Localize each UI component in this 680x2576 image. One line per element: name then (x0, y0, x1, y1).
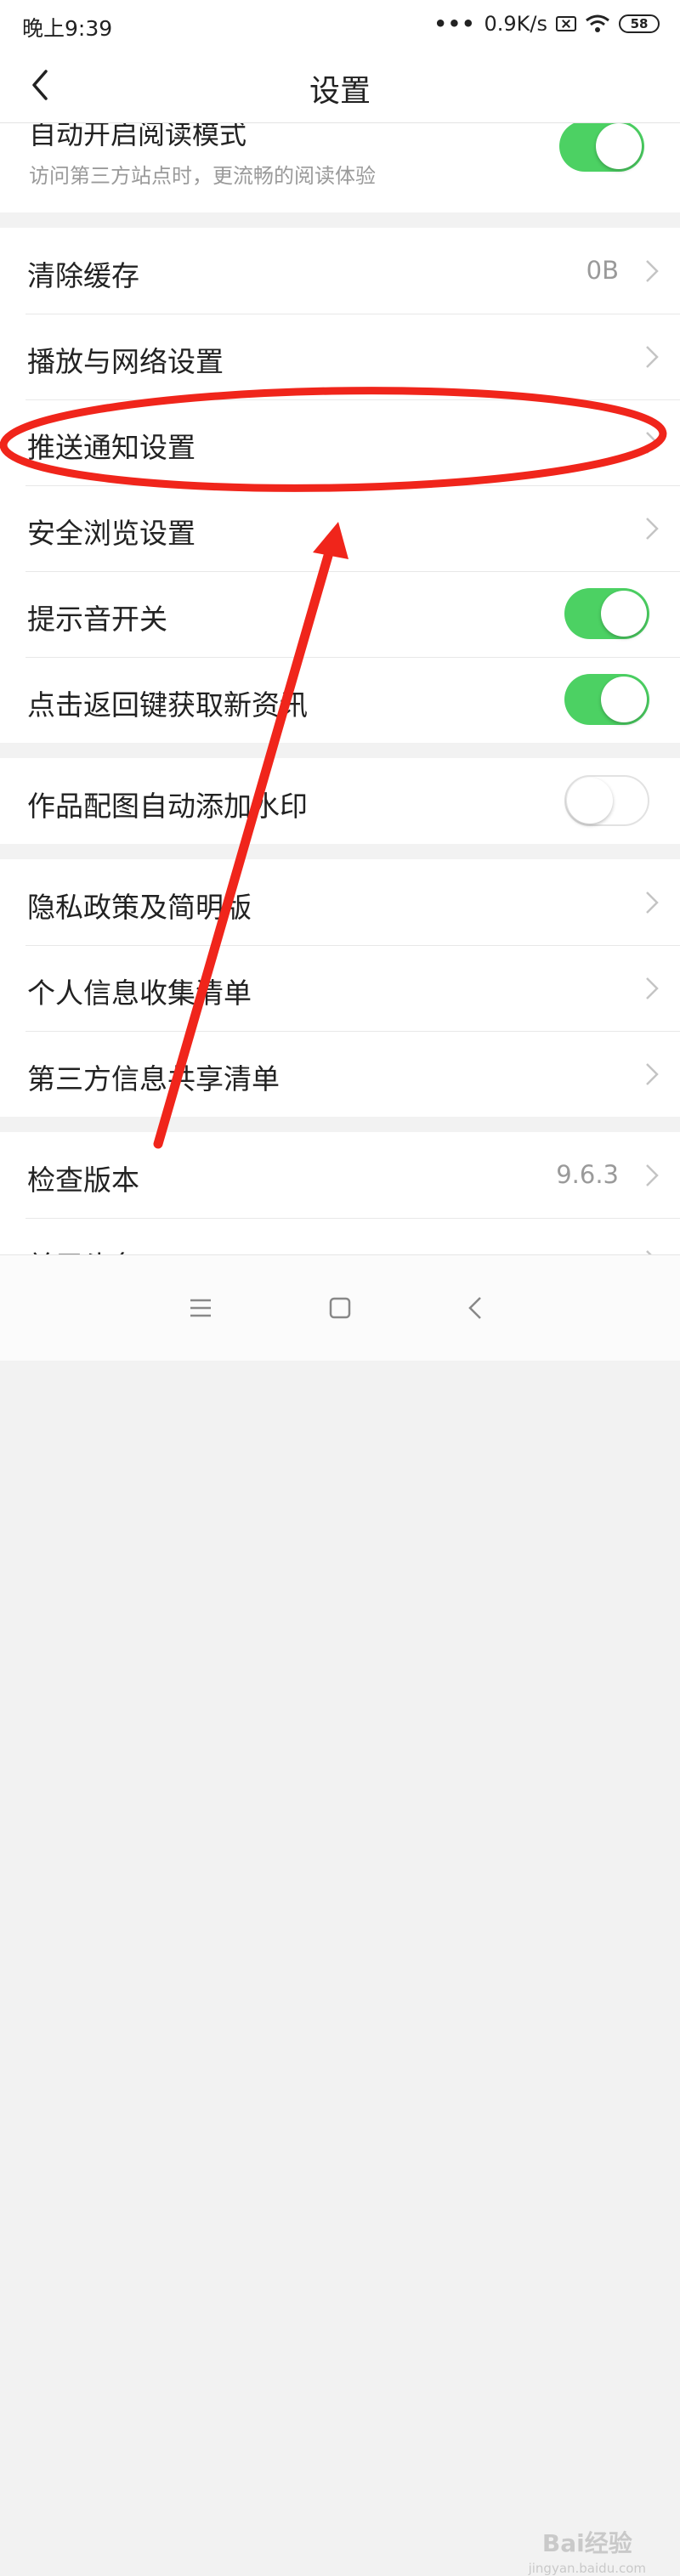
about-app-label: 关于头条 (27, 1243, 139, 1254)
watermark-text: Bai经验 (541, 2529, 632, 2557)
chevron-right-icon (646, 432, 659, 454)
version-value: 9.6.3 (556, 1160, 619, 1189)
chevron-right-icon (646, 1063, 659, 1085)
reading-mode-toggle[interactable] (559, 123, 644, 172)
watermark-section: 作品配图自动添加水印 (0, 758, 680, 844)
network-speed: 0.9K/s (484, 12, 548, 36)
sound-toggle[interactable] (564, 588, 649, 639)
general-settings-section: 清除缓存 0B 播放与网络设置 推送通知设置 安全浏览设置 提示音开关 点击返回… (0, 228, 680, 743)
check-version-row[interactable]: 检查版本 9.6.3 (0, 1132, 680, 1218)
privacy-section: 隐私政策及简明版 个人信息收集清单 第三方信息共享清单 (0, 859, 680, 1117)
push-notification-row[interactable]: 推送通知设置 (0, 399, 680, 485)
chevron-right-icon (646, 1164, 659, 1186)
sound-toggle-label: 提示音开关 (27, 603, 167, 636)
privacy-policy-row[interactable]: 隐私政策及简明版 (0, 859, 680, 945)
reading-mode-description: 访问第三方站点时，更流畅的阅读体验 (29, 164, 376, 188)
settings-screen: 晚上9:39 ••• 0.9K/s 58 设置 自动开启阅读模式 访问第三方站点… (0, 0, 680, 2576)
toggle-knob (596, 123, 642, 169)
back-triangle-icon[interactable] (459, 1291, 493, 1325)
personal-info-list-row[interactable]: 个人信息收集清单 (0, 945, 680, 1031)
check-version-label: 检查版本 (27, 1163, 139, 1197)
status-time: 晚上9:39 (22, 16, 113, 41)
app-header: 设置 (0, 49, 680, 123)
clear-cache-label: 清除缓存 (27, 259, 139, 292)
battery-icon: 58 (619, 14, 660, 33)
status-icons: ••• 0.9K/s 58 (434, 10, 660, 37)
sound-toggle-row: 提示音开关 (0, 571, 680, 657)
status-bar: 晚上9:39 ••• 0.9K/s 58 (0, 0, 680, 49)
more-dots-icon: ••• (434, 12, 476, 36)
system-nav-bar: Bai经验 jingyan.baidu.com (0, 1254, 680, 2576)
playback-network-label: 播放与网络设置 (27, 345, 224, 378)
auto-watermark-toggle[interactable] (564, 775, 649, 826)
chevron-right-icon (646, 260, 659, 282)
about-section: 检查版本 9.6.3 关于头条 (0, 1132, 680, 1254)
third-party-sharing-label: 第三方信息共享清单 (27, 1062, 280, 1096)
push-notification-label: 推送通知设置 (27, 431, 196, 464)
chevron-right-icon (646, 977, 659, 999)
baidu-jingyan-watermark: Bai经验 jingyan.baidu.com (529, 2525, 646, 2576)
playback-network-row[interactable]: 播放与网络设置 (0, 314, 680, 399)
wifi-icon (586, 14, 609, 32)
page-title: 设置 (309, 74, 371, 109)
chevron-right-icon (646, 892, 659, 914)
safe-browsing-row[interactable]: 安全浏览设置 (0, 485, 680, 571)
auto-watermark-label: 作品配图自动添加水印 (27, 790, 308, 823)
toggle-knob (567, 778, 613, 824)
back-refresh-label: 点击返回键获取新资讯 (27, 688, 308, 722)
safe-browsing-label: 安全浏览设置 (27, 517, 196, 550)
chevron-right-icon (646, 518, 659, 540)
chevron-right-icon (646, 1250, 652, 1254)
sim-disabled-icon (556, 16, 576, 31)
cache-size-value: 0B (586, 256, 619, 285)
personal-info-list-label: 个人信息收集清单 (27, 977, 252, 1010)
auto-watermark-row: 作品配图自动添加水印 (0, 758, 680, 844)
watermark-url: jingyan.baidu.com (528, 2561, 646, 2576)
menu-icon[interactable] (184, 1291, 218, 1325)
privacy-policy-label: 隐私政策及简明版 (27, 891, 252, 924)
reading-mode-label: 自动开启阅读模式 (29, 123, 247, 150)
toggle-knob (601, 591, 647, 637)
chevron-right-icon (646, 346, 659, 368)
home-square-icon[interactable] (323, 1291, 357, 1325)
toggle-knob (601, 677, 647, 722)
reading-mode-row[interactable]: 自动开启阅读模式 访问第三方站点时，更流畅的阅读体验 (0, 123, 680, 212)
back-refresh-row: 点击返回键获取新资讯 (0, 657, 680, 743)
back-refresh-toggle[interactable] (564, 674, 649, 725)
about-app-row[interactable]: 关于头条 (0, 1218, 680, 1254)
clear-cache-row[interactable]: 清除缓存 0B (0, 228, 680, 314)
third-party-sharing-row[interactable]: 第三方信息共享清单 (0, 1031, 680, 1117)
